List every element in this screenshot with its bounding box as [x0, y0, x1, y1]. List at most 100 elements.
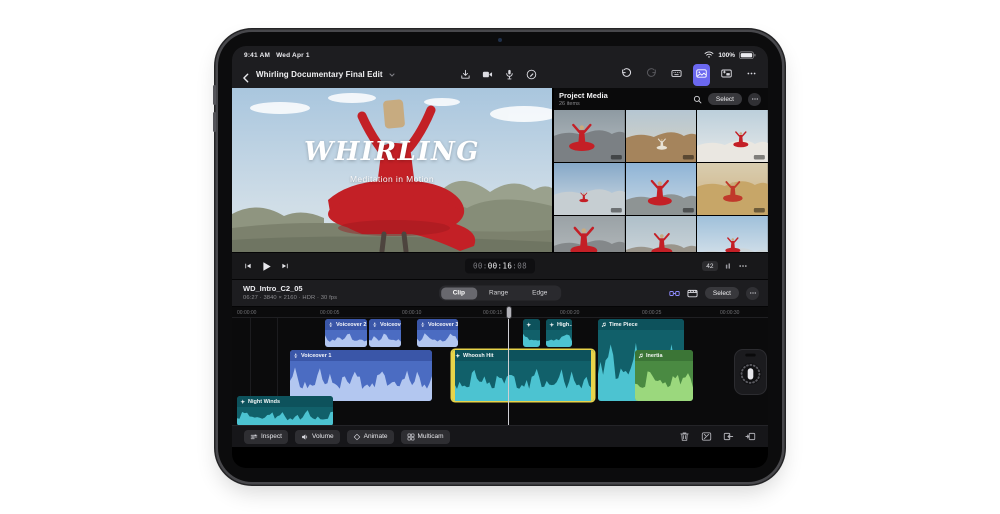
- fx-icon: [455, 353, 461, 359]
- picture-in-picture-icon: [721, 68, 732, 79]
- speaker-icon: [301, 433, 309, 441]
- redo-button[interactable]: [643, 64, 660, 86]
- multicam-button[interactable]: Multicam: [401, 430, 450, 444]
- media-select-button[interactable]: Select: [708, 93, 742, 105]
- front-camera: [498, 38, 502, 42]
- media-thumbnail[interactable]: [554, 110, 625, 162]
- selection-mode-segmented-control: ClipRangeEdge: [439, 286, 561, 301]
- media-panel-header: Project Media 26 items Select: [554, 88, 768, 110]
- timeline[interactable]: 00:00:0000:00:0500:00:1000:00:1500:00:20…: [232, 306, 768, 425]
- media-browser-button[interactable]: [693, 64, 710, 86]
- tool-button-label: Multicam: [418, 433, 444, 440]
- video-title-overlay: WHIRLING: [232, 137, 552, 167]
- append-icon[interactable]: [745, 431, 756, 442]
- ruler-tick: 00:00:20: [560, 310, 579, 316]
- inspector-icon: [250, 433, 258, 441]
- media-thumbnail[interactable]: [697, 163, 768, 215]
- ruler-tick: 00:00:25: [642, 310, 661, 316]
- timeline-clip[interactable]: Inertia: [635, 350, 693, 401]
- clip-name: Voiceover 3: [380, 322, 401, 328]
- media-thumbnail[interactable]: [554, 163, 625, 215]
- tool-button-label: Animate: [364, 433, 388, 440]
- keyboard-button[interactable]: [668, 64, 685, 86]
- timeline-tracks[interactable]: Voiceover 2Voiceover 3Voiceover 3High…Ti…: [232, 318, 768, 425]
- timeline-clip[interactable]: High…: [546, 319, 572, 347]
- status-bar: 9:41 AM Wed Apr 1 100%: [232, 46, 768, 61]
- note-icon: [601, 322, 607, 328]
- app-toolbar: Whirling Documentary Final Edit: [232, 61, 768, 88]
- mode-clip[interactable]: Clip: [441, 287, 477, 299]
- audio-meters-icon[interactable]: [724, 262, 732, 270]
- mode-edge[interactable]: Edge: [520, 287, 559, 299]
- playhead[interactable]: [508, 308, 509, 425]
- more-button[interactable]: [743, 64, 760, 86]
- timeline-clip[interactable]: Whoosh Hit: [452, 350, 594, 401]
- timeline-clip[interactable]: Voiceover 2: [325, 319, 367, 347]
- jog-wheel[interactable]: [734, 349, 767, 395]
- media-thumbnail[interactable]: [697, 110, 768, 162]
- timecode-display: 00:00:16:08: [465, 259, 535, 274]
- media-thumbnail[interactable]: [626, 216, 697, 252]
- media-thumbnail[interactable]: [626, 110, 697, 162]
- project-title[interactable]: Whirling Documentary Final Edit: [256, 70, 383, 79]
- picture-in-picture-button[interactable]: [718, 64, 735, 86]
- keyboard-icon: [671, 68, 682, 79]
- clip-name: Voiceover 1: [301, 353, 331, 359]
- play-button[interactable]: [261, 261, 272, 272]
- clip-name: Night Winds: [248, 399, 280, 405]
- page: 9:41 AM Wed Apr 1 100% Whirling Document…: [0, 0, 1000, 514]
- import-icon[interactable]: [460, 69, 471, 80]
- mic-icon: [372, 322, 378, 328]
- mode-range[interactable]: Range: [477, 287, 520, 299]
- media-grid: [554, 110, 768, 252]
- trash-icon[interactable]: [679, 431, 690, 442]
- timeline-clip[interactable]: Voiceover 3: [417, 319, 458, 347]
- fx-icon: [549, 322, 555, 328]
- chevron-down-icon[interactable]: [388, 71, 396, 79]
- zoom-level-badge[interactable]: 42: [702, 261, 718, 271]
- status-date: Wed Apr 1: [276, 52, 310, 59]
- timeline-clip[interactable]: [523, 319, 540, 347]
- skip-to-end-button[interactable]: [281, 262, 289, 270]
- undo-button[interactable]: [618, 64, 635, 86]
- microphone-icon[interactable]: [504, 69, 515, 80]
- timeline-more-button[interactable]: [746, 287, 759, 300]
- ruler-tick: 00:00:10: [402, 310, 421, 316]
- tools-icon[interactable]: [669, 288, 680, 299]
- timeline-select-button[interactable]: Select: [705, 287, 739, 299]
- mic-icon: [420, 322, 426, 328]
- more-icon: [746, 68, 757, 79]
- camera-icon[interactable]: [482, 69, 493, 80]
- back-icon[interactable]: [241, 70, 251, 80]
- edit-action-icons: [679, 431, 756, 442]
- inspect-button[interactable]: Inspect: [244, 430, 288, 444]
- timeline-clip[interactable]: Night Winds: [237, 396, 333, 426]
- playhead-handle[interactable]: [506, 306, 512, 319]
- media-more-button[interactable]: [748, 93, 761, 106]
- pencil-icon[interactable]: [526, 69, 537, 80]
- note-icon: [638, 353, 644, 359]
- screen: 9:41 AM Wed Apr 1 100% Whirling Document…: [232, 46, 768, 468]
- animate-button[interactable]: Animate: [347, 430, 394, 444]
- search-icon[interactable]: [693, 95, 702, 104]
- timeline-clip[interactable]: Voiceover 1: [290, 350, 432, 401]
- clip-name: Voiceover 2: [336, 322, 366, 328]
- timeline-ruler[interactable]: 00:00:0000:00:0500:00:1000:00:1500:00:20…: [232, 307, 768, 318]
- blade-icon[interactable]: [701, 431, 712, 442]
- viewer-more-button[interactable]: [738, 261, 748, 271]
- clip-name: High…: [557, 322, 572, 328]
- wifi-icon: [704, 51, 714, 59]
- timeline-clip[interactable]: Voiceover 3: [369, 319, 401, 347]
- redo-icon: [646, 68, 657, 79]
- volume-button[interactable]: Volume: [295, 430, 340, 444]
- skip-to-start-button[interactable]: [244, 262, 252, 270]
- ruler-tick: 00:00:05: [320, 310, 339, 316]
- media-thumbnail[interactable]: [626, 163, 697, 215]
- ipad-frame: 9:41 AM Wed Apr 1 100% Whirling Document…: [218, 32, 782, 482]
- media-thumbnail[interactable]: [554, 216, 625, 252]
- clip-name: Voiceover 3: [428, 322, 458, 328]
- media-thumbnail[interactable]: [697, 216, 768, 252]
- clapperboard-icon[interactable]: [687, 288, 698, 299]
- overwrite-icon[interactable]: [723, 431, 734, 442]
- multicam-grid-icon: [407, 433, 415, 441]
